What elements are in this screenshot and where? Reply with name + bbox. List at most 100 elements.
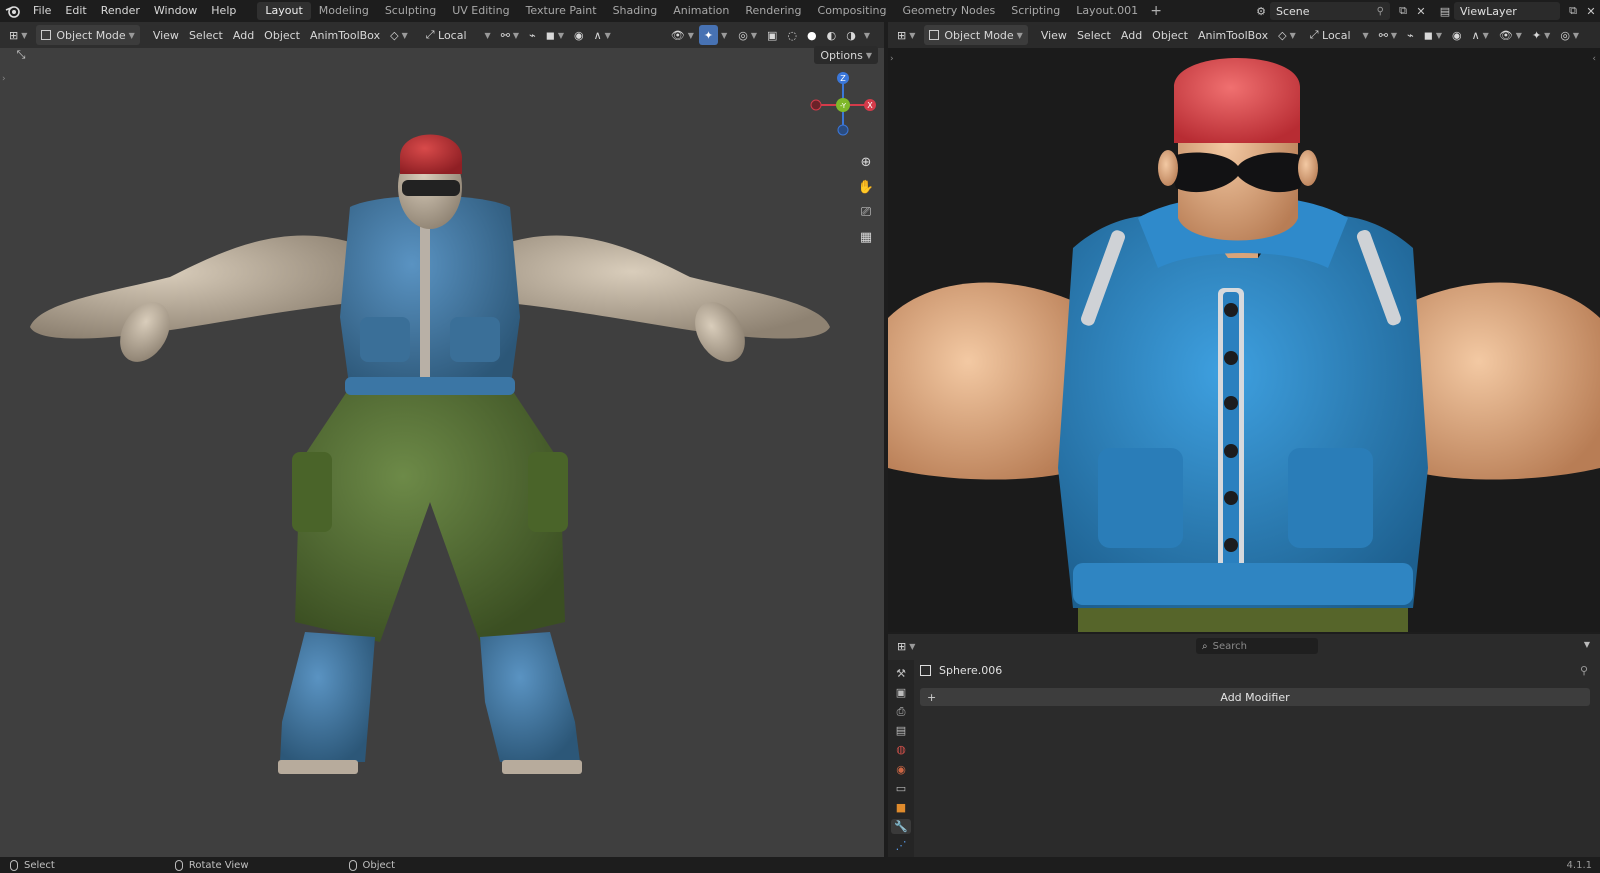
- mode-dropdown[interactable]: Object Mode ▼: [924, 25, 1028, 45]
- transform-tool-icon[interactable]: ⤡: [10, 44, 32, 66]
- tool-tab-icon[interactable]: ⚒: [891, 666, 911, 681]
- pivot-icon[interactable]: ⚯ ▼: [1374, 25, 1402, 45]
- options-dropdown[interactable]: Options ▼: [814, 46, 878, 64]
- tab-animation[interactable]: Animation: [665, 2, 737, 20]
- overlay-icon[interactable]: ◎ ▼: [733, 25, 762, 45]
- menu-window[interactable]: Window: [147, 0, 204, 22]
- collection-tab-icon[interactable]: ▭: [891, 781, 911, 796]
- remove-view-layer-icon[interactable]: ✕: [1582, 2, 1600, 20]
- menu-add[interactable]: Add: [228, 25, 259, 45]
- visibility-icon[interactable]: 👁 ▼: [666, 25, 699, 45]
- camera-view-icon[interactable]: ⎚: [855, 201, 877, 223]
- snap-target-icon[interactable]: ◼ ▼: [1419, 25, 1447, 45]
- falloff-icon[interactable]: ∧ ▼: [589, 25, 616, 45]
- menu-file[interactable]: File: [26, 0, 58, 22]
- pin-icon[interactable]: ⚲: [1377, 6, 1384, 17]
- character-rendered-view[interactable]: [888, 48, 1600, 632]
- menu-object[interactable]: Object: [1147, 25, 1193, 45]
- tab-modeling[interactable]: Modeling: [311, 2, 377, 20]
- character-clay-model[interactable]: [20, 102, 840, 802]
- visibility-icon[interactable]: 👁 ▼: [1494, 25, 1527, 45]
- menu-animtoolbox[interactable]: AnimToolBox: [305, 25, 385, 45]
- perspective-grid-icon[interactable]: ▦: [855, 226, 877, 248]
- remove-scene-icon[interactable]: ✕: [1412, 2, 1430, 20]
- tab-layout[interactable]: Layout: [257, 2, 311, 20]
- gizmo-toggle-icon[interactable]: ✦ ▼: [1527, 25, 1555, 45]
- tab-sculpting[interactable]: Sculpting: [377, 2, 444, 20]
- shading-rendered-icon[interactable]: ◑: [841, 25, 861, 45]
- menu-view[interactable]: View: [1036, 25, 1072, 45]
- xray-icon[interactable]: ▣: [762, 25, 782, 45]
- tab-compositing[interactable]: Compositing: [810, 2, 895, 20]
- proportional-edit-icon[interactable]: ◉: [569, 25, 589, 45]
- snap-target-icon[interactable]: ◼ ▼: [541, 25, 569, 45]
- menu-select[interactable]: Select: [184, 25, 228, 45]
- mouse-left-icon: [10, 859, 18, 871]
- editor-type-icon[interactable]: ⊞ ▼: [4, 25, 32, 45]
- pin-icon[interactable]: ⚲: [1580, 664, 1588, 677]
- tab-uv-editing[interactable]: UV Editing: [444, 2, 517, 20]
- orientation-label: Local: [438, 28, 467, 42]
- overlay-icon[interactable]: ◎ ▼: [1555, 25, 1584, 45]
- falloff-icon[interactable]: ∧ ▼: [1467, 25, 1494, 45]
- tab-shading[interactable]: Shading: [605, 2, 666, 20]
- shading-wireframe-icon[interactable]: ◌: [782, 25, 802, 45]
- snap-icon[interactable]: ⌁: [1402, 25, 1419, 45]
- zoom-icon[interactable]: ⊕: [855, 151, 877, 173]
- add-workspace-icon[interactable]: +: [1146, 3, 1166, 19]
- snap-type-icon[interactable]: ◇ ▼: [385, 25, 413, 45]
- mode-dropdown[interactable]: Object Mode ▼: [36, 25, 140, 45]
- menu-edit[interactable]: Edit: [58, 0, 93, 22]
- new-view-layer-icon[interactable]: ⧉: [1564, 2, 1582, 20]
- scene-tab-icon[interactable]: ◍: [891, 742, 911, 757]
- menu-select[interactable]: Select: [1072, 25, 1116, 45]
- menu-animtoolbox[interactable]: AnimToolBox: [1193, 25, 1273, 45]
- world-tab-icon[interactable]: ◉: [891, 761, 911, 776]
- shading-solid-icon[interactable]: ●: [802, 25, 822, 45]
- modifier-tab-icon[interactable]: 🔧: [891, 818, 911, 834]
- tab-texture-paint[interactable]: Texture Paint: [518, 2, 605, 20]
- menu-help[interactable]: Help: [204, 0, 243, 22]
- menu-render[interactable]: Render: [94, 0, 147, 22]
- view-layer-field[interactable]: ViewLayer: [1454, 2, 1560, 20]
- toolbar-expand-icon[interactable]: ›: [2, 74, 6, 84]
- editor-type-icon[interactable]: ⊞ ▼: [892, 25, 920, 45]
- view-layer-icon[interactable]: ▤: [1436, 2, 1454, 20]
- add-modifier-button[interactable]: + Add Modifier: [920, 688, 1590, 706]
- chevron-down-icon[interactable]: ▼: [1584, 640, 1590, 649]
- orientation-dropdown[interactable]: ⤢ Local ▼: [1305, 25, 1374, 45]
- object-tab-icon[interactable]: ■: [891, 800, 911, 815]
- editor-type-icon[interactable]: ⊞ ▼: [892, 636, 920, 656]
- viewport-left[interactable]: ⊞ ▼ Object Mode ▼ View Select Add Object A…: [0, 22, 884, 857]
- search-placeholder: Search: [1212, 640, 1247, 652]
- tab-rendering[interactable]: Rendering: [737, 2, 809, 20]
- snap-type-icon[interactable]: ◇ ▼: [1273, 25, 1301, 45]
- orientation-dropdown[interactable]: ⤢ Local ▼: [421, 25, 496, 45]
- gizmo-toggle-icon[interactable]: ✦: [698, 25, 719, 45]
- viewport-right[interactable]: ⊞ ▼ Object Mode ▼ View Select Add Object A…: [888, 22, 1600, 632]
- object-mode-icon: [929, 30, 940, 40]
- scene-field[interactable]: Scene ⚲: [1270, 2, 1390, 20]
- gizmo-z-label: Z: [840, 74, 846, 83]
- menu-add[interactable]: Add: [1116, 25, 1147, 45]
- status-bar: Select Rotate View Object 4.1.1: [0, 857, 1600, 873]
- search-input[interactable]: ⌕ Search: [1196, 638, 1318, 654]
- pan-hand-icon[interactable]: ✋: [855, 176, 877, 198]
- view-layer-tab-icon[interactable]: ▤: [891, 723, 911, 738]
- tab-scripting[interactable]: Scripting: [1003, 2, 1068, 20]
- proportional-edit-icon[interactable]: ◉: [1447, 25, 1467, 45]
- status-object: Object: [348, 859, 395, 871]
- menu-view[interactable]: View: [148, 25, 184, 45]
- output-tab-icon[interactable]: ⎙: [891, 704, 911, 719]
- blender-logo-icon[interactable]: [0, 0, 26, 22]
- particles-tab-icon[interactable]: ⋰: [891, 838, 911, 853]
- shading-material-icon[interactable]: ◐: [822, 25, 842, 45]
- pivot-icon[interactable]: ⚯ ▼: [496, 25, 524, 45]
- scene-type-icon[interactable]: ⚙: [1252, 2, 1270, 20]
- snap-icon[interactable]: ⌁: [524, 25, 541, 45]
- tab-geometry-nodes[interactable]: Geometry Nodes: [894, 2, 1003, 20]
- tab-layout-001[interactable]: Layout.001: [1068, 2, 1146, 20]
- new-scene-icon[interactable]: ⧉: [1394, 2, 1412, 20]
- menu-object[interactable]: Object: [259, 25, 305, 45]
- render-tab-icon[interactable]: ▣: [891, 685, 911, 700]
